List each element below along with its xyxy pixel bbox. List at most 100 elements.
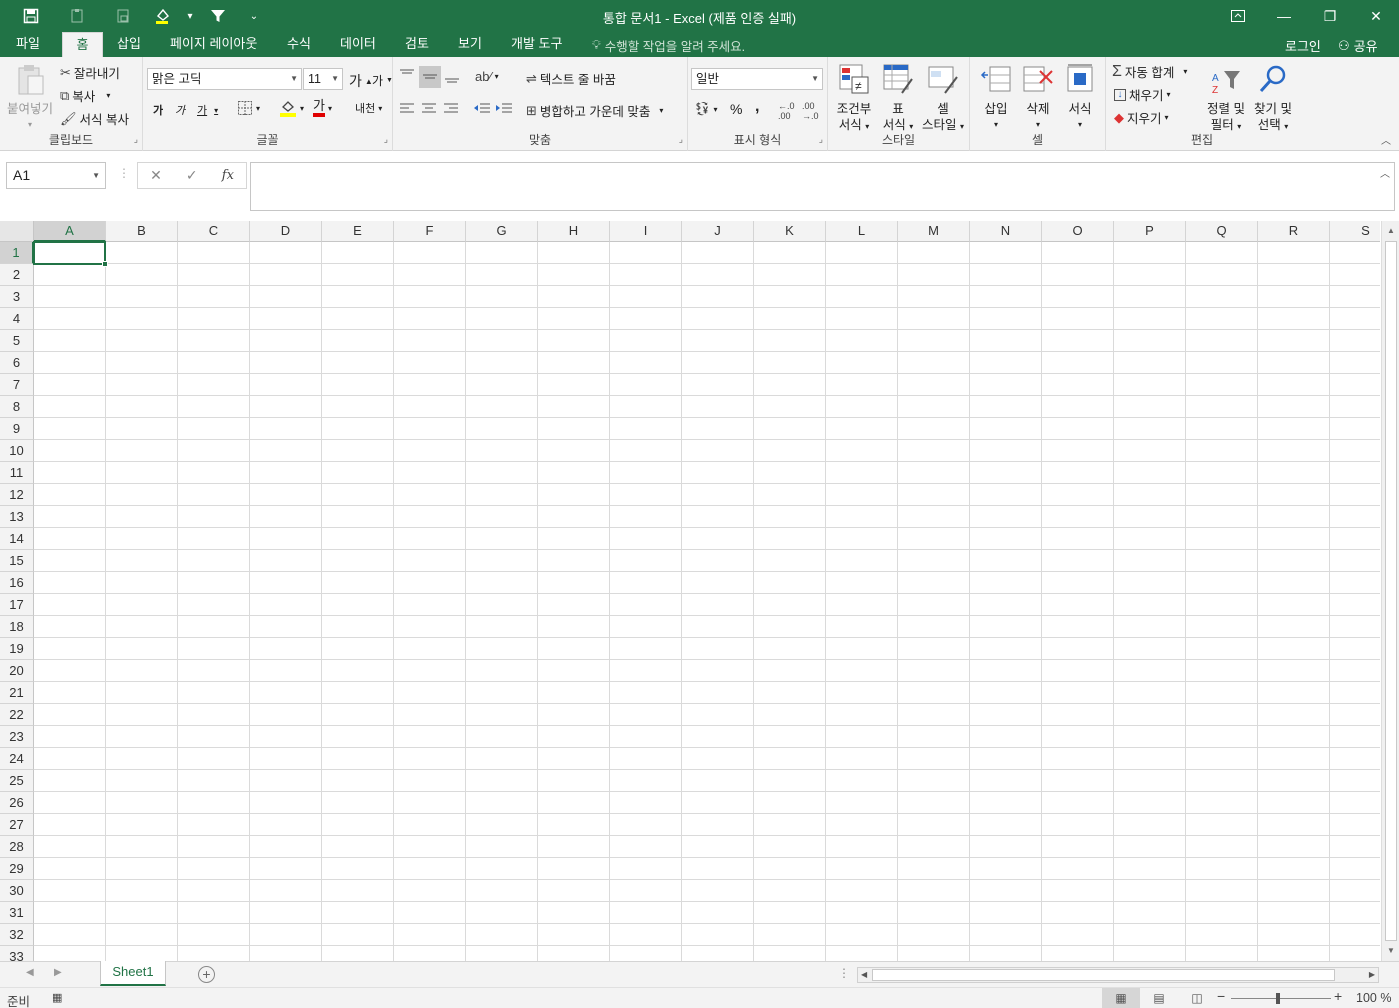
clear-button[interactable]: ◆ 지우기 ▾ [1114, 108, 1169, 127]
cell-R29[interactable] [1258, 858, 1330, 880]
cell-B25[interactable] [106, 770, 178, 792]
cell-S17[interactable] [1330, 594, 1380, 616]
paste-button[interactable]: 붙여넣기 ▾ [4, 63, 56, 133]
underline-button[interactable]: 가 ▾ [197, 102, 218, 118]
cell-H26[interactable] [538, 792, 610, 814]
zoom-slider[interactable]: − + [1215, 988, 1345, 1006]
cell-B12[interactable] [106, 484, 178, 506]
cell-K5[interactable] [754, 330, 826, 352]
column-header-S[interactable]: S [1330, 221, 1380, 242]
cell-G24[interactable] [466, 748, 538, 770]
find-select-button[interactable]: 찾기 및 선택 ▾ [1250, 63, 1296, 135]
cell-H30[interactable] [538, 880, 610, 902]
cell-R22[interactable] [1258, 704, 1330, 726]
cell-B1[interactable] [106, 242, 178, 264]
row-header-28[interactable]: 28 [0, 836, 34, 858]
cell-C3[interactable] [178, 286, 250, 308]
cell-O29[interactable] [1042, 858, 1114, 880]
cell-Q16[interactable] [1186, 572, 1258, 594]
cell-Q21[interactable] [1186, 682, 1258, 704]
cell-L16[interactable] [826, 572, 898, 594]
cell-D26[interactable] [250, 792, 322, 814]
delete-cells-button[interactable]: 삭제 ▾ [1018, 63, 1058, 133]
cell-C7[interactable] [178, 374, 250, 396]
cell-D4[interactable] [250, 308, 322, 330]
cell-B17[interactable] [106, 594, 178, 616]
cell-L27[interactable] [826, 814, 898, 836]
cell-N20[interactable] [970, 660, 1042, 682]
cell-E15[interactable] [322, 550, 394, 572]
cell-P3[interactable] [1114, 286, 1186, 308]
cell-N22[interactable] [970, 704, 1042, 726]
cell-A18[interactable] [34, 616, 106, 638]
cell-S16[interactable] [1330, 572, 1380, 594]
formula-bar-grip-icon[interactable]: ⋮ [118, 166, 130, 180]
cell-F23[interactable] [394, 726, 466, 748]
page-layout-view-icon[interactable]: ▤ [1140, 988, 1178, 1008]
cell-E24[interactable] [322, 748, 394, 770]
name-box[interactable]: A1 ▼ [6, 162, 106, 189]
cell-D25[interactable] [250, 770, 322, 792]
cell-L22[interactable] [826, 704, 898, 726]
cell-L25[interactable] [826, 770, 898, 792]
cell-I18[interactable] [610, 616, 682, 638]
accounting-format-button[interactable]: 💱︎ ▾ [694, 101, 718, 117]
cell-J9[interactable] [682, 418, 754, 440]
cell-B29[interactable] [106, 858, 178, 880]
collapse-ribbon-icon[interactable]: ︿ [1381, 132, 1391, 147]
cell-R30[interactable] [1258, 880, 1330, 902]
cell-C29[interactable] [178, 858, 250, 880]
cell-C30[interactable] [178, 880, 250, 902]
cell-J18[interactable] [682, 616, 754, 638]
cell-J30[interactable] [682, 880, 754, 902]
cell-P6[interactable] [1114, 352, 1186, 374]
cell-K29[interactable] [754, 858, 826, 880]
align-left-icon[interactable] [399, 102, 415, 119]
insert-function-icon[interactable]: fx [222, 168, 234, 183]
prev-sheet-icon[interactable]: ◀ [26, 967, 34, 978]
cell-L10[interactable] [826, 440, 898, 462]
cell-B10[interactable] [106, 440, 178, 462]
expand-formula-bar-icon[interactable]: ︿ [1380, 165, 1390, 180]
cell-S20[interactable] [1330, 660, 1380, 682]
cell-L20[interactable] [826, 660, 898, 682]
cell-Q14[interactable] [1186, 528, 1258, 550]
cell-N33[interactable] [970, 946, 1042, 961]
cell-C4[interactable] [178, 308, 250, 330]
cell-G10[interactable] [466, 440, 538, 462]
cell-F20[interactable] [394, 660, 466, 682]
scroll-up-icon[interactable]: ▲ [1384, 224, 1398, 238]
cell-D18[interactable] [250, 616, 322, 638]
cell-B7[interactable] [106, 374, 178, 396]
cell-M13[interactable] [898, 506, 970, 528]
cell-O26[interactable] [1042, 792, 1114, 814]
cell-L12[interactable] [826, 484, 898, 506]
cell-I14[interactable] [610, 528, 682, 550]
cell-N1[interactable] [970, 242, 1042, 264]
cell-C28[interactable] [178, 836, 250, 858]
cell-K33[interactable] [754, 946, 826, 961]
cell-J24[interactable] [682, 748, 754, 770]
login-link[interactable]: 로그인 [1285, 36, 1321, 55]
cell-S24[interactable] [1330, 748, 1380, 770]
cell-F32[interactable] [394, 924, 466, 946]
cell-I21[interactable] [610, 682, 682, 704]
cell-M16[interactable] [898, 572, 970, 594]
cell-K12[interactable] [754, 484, 826, 506]
cell-J5[interactable] [682, 330, 754, 352]
cell-E9[interactable] [322, 418, 394, 440]
cell-L24[interactable] [826, 748, 898, 770]
cell-A27[interactable] [34, 814, 106, 836]
cell-P26[interactable] [1114, 792, 1186, 814]
column-header-E[interactable]: E [322, 221, 394, 242]
cell-D17[interactable] [250, 594, 322, 616]
cell-K11[interactable] [754, 462, 826, 484]
column-header-H[interactable]: H [538, 221, 610, 242]
cell-S3[interactable] [1330, 286, 1380, 308]
cell-K22[interactable] [754, 704, 826, 726]
cell-K17[interactable] [754, 594, 826, 616]
cell-K31[interactable] [754, 902, 826, 924]
vertical-scrollbar[interactable]: ▲ ▼ [1381, 221, 1399, 961]
cell-E6[interactable] [322, 352, 394, 374]
cell-G8[interactable] [466, 396, 538, 418]
